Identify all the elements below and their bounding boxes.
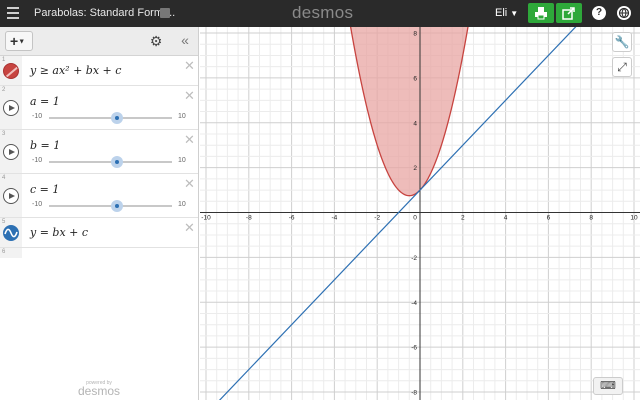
add-expression-button[interactable]: +▼	[5, 31, 33, 51]
y-tick-label: -8	[411, 390, 417, 397]
slider-max[interactable]: 10	[178, 201, 186, 208]
x-tick-label: 0	[413, 215, 417, 222]
expression-toolbar: +▼ ⚙ «	[0, 27, 198, 56]
close-icon[interactable]: ✕	[184, 58, 195, 74]
expression-panel: +▼ ⚙ « 1 y ≥ ax² + bx + c ✕ 2 a = 1 ✕ -1…	[0, 27, 199, 400]
x-tick-label: -4	[332, 215, 338, 222]
slider-thumb[interactable]	[110, 200, 123, 212]
x-tick-label: -10	[201, 215, 211, 222]
wrench-icon: 🔧	[614, 35, 630, 49]
help-button[interactable]: ?	[592, 6, 606, 20]
slider-thumb[interactable]	[110, 156, 123, 168]
x-tick-label: 2	[461, 215, 465, 222]
print-icon	[535, 7, 547, 20]
expression-latex[interactable]: c = 1	[30, 183, 59, 196]
expression-number: 2	[2, 87, 6, 93]
close-icon[interactable]: ✕	[184, 88, 195, 104]
desmos-logo: desmos	[292, 3, 354, 22]
expression-number: 6	[2, 249, 6, 255]
expression-row-3[interactable]: 3 b = 1 ✕ -10 10	[0, 130, 198, 174]
x-tick-label: 6	[547, 215, 551, 222]
add-label: +	[10, 33, 19, 49]
close-icon[interactable]: ✕	[184, 176, 195, 192]
zoom-fit-button[interactable]: ⤢	[612, 57, 632, 77]
user-menu[interactable]: Eli ▼	[495, 7, 518, 19]
wave-icon[interactable]	[3, 225, 19, 241]
collapse-panel-button[interactable]: «	[177, 31, 193, 51]
expand-icon: ⤢	[617, 60, 627, 74]
y-tick-label: 6	[413, 75, 417, 82]
graph-paper[interactable]: -10 -8 -6 -4 -2 0 2 4 6 8 10 -8 -6 -4 -2 2 4 6 8 🔧 ⤢ ⌨	[200, 27, 640, 400]
expression-latex[interactable]: y = bx + c	[30, 226, 88, 239]
top-bar: Parabolas: Standard Form ... desmos Eli ▼…	[0, 0, 640, 27]
share-button[interactable]	[556, 3, 582, 23]
expression-number: 1	[2, 57, 6, 63]
x-tick-label: 8	[589, 215, 593, 222]
expression-row-2[interactable]: 2 a = 1 ✕ -10 10	[0, 86, 198, 130]
document-title[interactable]: Parabolas: Standard Form ...	[34, 7, 175, 19]
y-tick-label: -6	[411, 345, 417, 352]
graph-canvas[interactable]: -10 -8 -6 -4 -2 0 2 4 6 8 10 -8 -6 -4 -2 2 4 6 8	[200, 27, 640, 400]
expression-number: 3	[2, 131, 6, 137]
expression-row-5[interactable]: 5 y = bx + c ✕	[0, 218, 198, 248]
play-icon[interactable]	[3, 188, 19, 204]
expression-row-1[interactable]: 1 y ≥ ax² + bx + c ✕	[0, 56, 198, 86]
shade-icon[interactable]	[3, 63, 19, 79]
powered-by-logo: desmos	[78, 384, 121, 398]
play-icon[interactable]	[3, 144, 19, 160]
powered-by-desmos[interactable]: powered by desmos	[78, 380, 121, 398]
globe-icon	[618, 7, 630, 19]
slider-max[interactable]: 10	[178, 113, 186, 120]
y-tick-label: 8	[413, 31, 417, 38]
slider-min[interactable]: -10	[32, 157, 42, 164]
expression-latex[interactable]: y ≥ ax² + bx + c	[30, 64, 121, 77]
x-tick-label: -2	[374, 215, 380, 222]
keyboard-icon: ⌨	[600, 380, 616, 392]
x-tick-label: -8	[246, 215, 252, 222]
close-icon[interactable]: ✕	[184, 220, 195, 236]
print-button[interactable]	[528, 3, 554, 23]
slider-max[interactable]: 10	[178, 157, 186, 164]
settings-button[interactable]: ⚙	[145, 31, 167, 51]
y-tick-label: 4	[413, 120, 417, 127]
wave-glyph	[4, 228, 18, 238]
new-expression-row[interactable]: 6	[0, 248, 198, 258]
expression-row-4[interactable]: 4 c = 1 ✕ -10 10	[0, 174, 198, 218]
gear-icon: ⚙	[149, 33, 163, 49]
y-tick-label: -4	[411, 300, 417, 307]
double-chevron-left-icon: «	[181, 32, 189, 48]
chevron-down-icon: ▼	[510, 8, 519, 18]
y-tick-label: 2	[413, 165, 417, 172]
slider-thumb[interactable]	[110, 112, 123, 124]
slider-min[interactable]: -10	[32, 113, 42, 120]
x-tick-label: 4	[504, 215, 508, 222]
user-name: Eli	[495, 7, 508, 19]
menu-icon[interactable]	[7, 7, 19, 19]
graph-settings-button[interactable]: 🔧	[612, 32, 632, 52]
language-button[interactable]	[617, 6, 631, 20]
x-tick-label: 10	[630, 215, 638, 222]
x-tick-label: -6	[289, 215, 295, 222]
share-icon	[562, 7, 575, 20]
play-icon[interactable]	[3, 100, 19, 116]
chevron-down-icon: ▼	[18, 38, 26, 46]
expression-number: 4	[2, 175, 6, 181]
close-icon[interactable]: ✕	[184, 132, 195, 148]
expression-latex[interactable]: a = 1	[30, 95, 60, 108]
slider-min[interactable]: -10	[32, 201, 42, 208]
keyboard-button[interactable]: ⌨	[593, 377, 623, 395]
expression-latex[interactable]: b = 1	[30, 139, 60, 152]
save-icon[interactable]	[160, 8, 170, 18]
y-tick-label: -2	[411, 255, 417, 262]
